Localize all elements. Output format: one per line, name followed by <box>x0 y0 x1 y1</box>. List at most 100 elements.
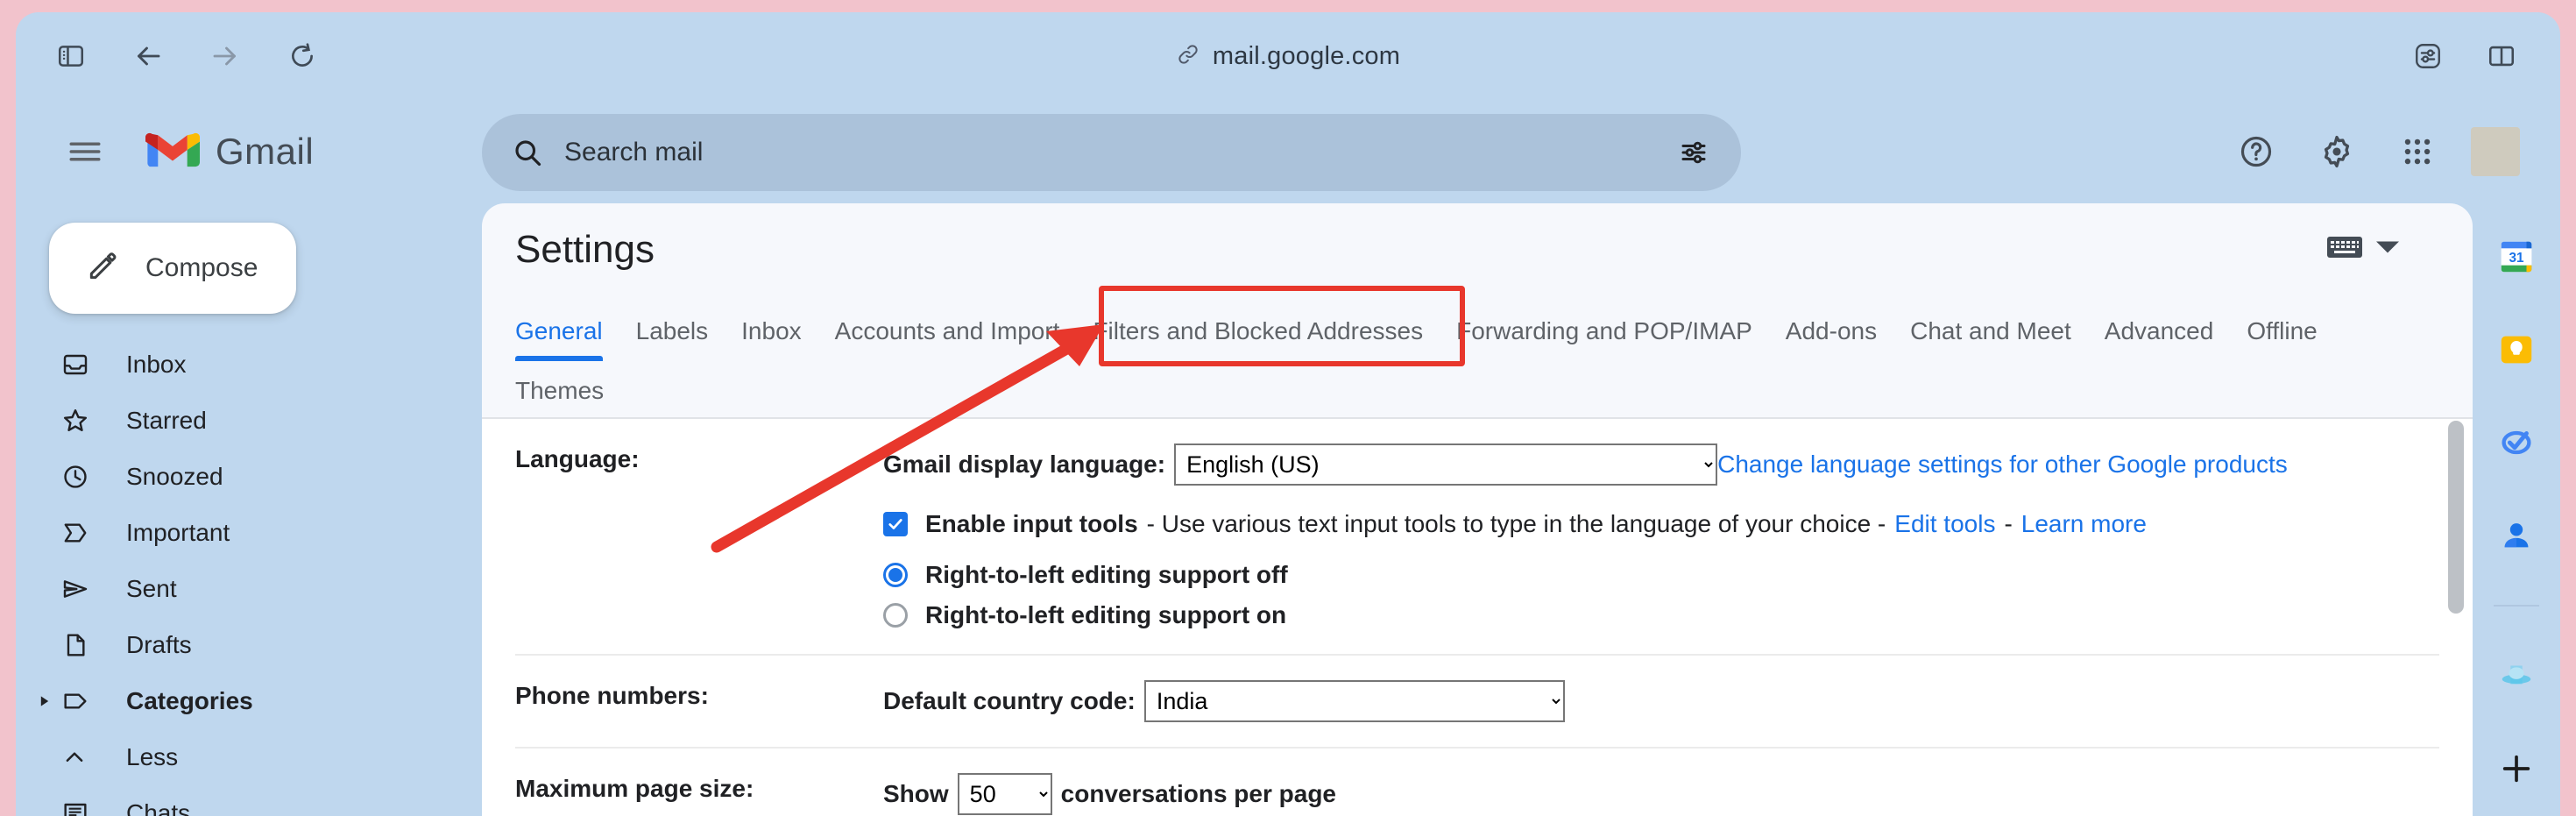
google-side-panel: 31 <box>2473 203 2560 816</box>
edit-tools-link[interactable]: Edit tools <box>1894 510 1995 538</box>
learn-more-link[interactable]: Learn more <box>2021 510 2147 538</box>
tab-advanced[interactable]: Advanced <box>2105 302 2214 361</box>
country-code-label: Default country code: <box>883 687 1136 714</box>
tab-inbox[interactable]: Inbox <box>741 302 802 361</box>
google-keep-icon[interactable] <box>2493 326 2540 373</box>
inbox-icon <box>61 351 102 379</box>
tab-themes[interactable]: Themes <box>515 361 604 421</box>
chat-icon <box>61 799 102 816</box>
gemini-icon[interactable] <box>2493 652 2540 699</box>
expand-triangle-icon[interactable] <box>39 695 51 707</box>
language-content: Gmail display language: English (US) Cha… <box>883 443 2439 629</box>
link-icon <box>1176 42 1200 71</box>
language-label: Language: <box>515 445 640 472</box>
tab-chat-and-meet[interactable]: Chat and Meet <box>1910 302 2071 361</box>
gmail-header: Gmail Search mail <box>16 100 2560 203</box>
gmail-wordmark: Gmail <box>216 131 315 172</box>
phone-numbers-label: Phone numbers: <box>515 682 709 709</box>
tag-icon <box>61 687 102 715</box>
draft-icon <box>61 631 102 659</box>
sidebar-item-label: Categories <box>126 687 253 714</box>
sidebar-item-label: Drafts <box>126 631 192 658</box>
setting-row-phone-numbers: Phone numbers: Default country code: Ind… <box>515 656 2439 749</box>
setting-row-max-page-size: Maximum page size: Show 50 conversations… <box>515 749 2439 816</box>
rtl-on-label: Right-to-left editing support on <box>925 601 1287 628</box>
sidebar-item-label: Chats <box>126 799 191 816</box>
account-avatar[interactable] <box>2471 127 2520 176</box>
conversations-per-page-label: conversations per page <box>1060 780 1337 807</box>
header-right-controls <box>2229 100 2520 203</box>
search-placeholder: Search mail <box>564 138 704 167</box>
scrollbar-thumb[interactable] <box>2448 421 2464 614</box>
settings-tab-row-1: General Labels Inbox Accounts and Import… <box>482 302 2473 361</box>
back-arrow-icon[interactable] <box>121 29 175 83</box>
plus-icon[interactable] <box>2493 745 2540 792</box>
sidebar-item-chats[interactable]: Chats <box>16 785 457 816</box>
page-title: Settings <box>515 228 655 271</box>
rtl-on-radio[interactable] <box>883 603 908 628</box>
reload-icon[interactable] <box>275 29 329 83</box>
compose-button[interactable]: Compose <box>49 223 296 314</box>
display-language-label: Gmail display language: <box>883 451 1166 478</box>
sidebar-item-snoozed[interactable]: Snoozed <box>16 449 457 505</box>
help-icon[interactable] <box>2229 124 2283 179</box>
keyboard-density-icon <box>2327 235 2362 264</box>
rtl-off-label: Right-to-left editing support off <box>925 561 1288 588</box>
google-calendar-icon[interactable]: 31 <box>2493 233 2540 280</box>
forward-arrow-icon <box>198 29 252 83</box>
address-bar[interactable]: mail.google.com <box>16 12 2560 100</box>
sidebar-item-label: Sent <box>126 575 177 602</box>
sidebar-item-label: Snoozed <box>126 463 223 490</box>
google-apps-icon[interactable] <box>2390 124 2445 179</box>
search-input[interactable]: Search mail <box>482 114 1741 191</box>
sidebar-item-less[interactable]: Less <box>16 729 457 785</box>
sidebar-item-drafts[interactable]: Drafts <box>16 617 457 673</box>
sidebar-item-important[interactable]: Important <box>16 505 457 561</box>
settings-scrollbar[interactable] <box>2448 421 2464 754</box>
tab-forwarding-and-pop-imap[interactable]: Forwarding and POP/IMAP <box>1456 302 1752 361</box>
show-label: Show <box>883 780 949 807</box>
display-language-select[interactable]: English (US) <box>1174 443 1718 486</box>
svg-text:31: 31 <box>2509 251 2524 266</box>
tab-general[interactable]: General <box>515 302 603 361</box>
browser-settings-icon[interactable] <box>2401 29 2455 83</box>
send-icon <box>61 575 102 603</box>
settings-body: Language: Gmail display language: Englis… <box>482 419 2473 816</box>
page-size-select[interactable]: 50 <box>957 773 1052 815</box>
country-code-select[interactable]: India <box>1143 680 1565 722</box>
display-density-button[interactable] <box>2327 235 2399 264</box>
sidebar-toggle-icon[interactable] <box>44 29 98 83</box>
rtl-off-radio[interactable] <box>883 563 908 587</box>
tab-offline[interactable]: Offline <box>2247 302 2317 361</box>
tab-labels[interactable]: Labels <box>636 302 709 361</box>
tab-filters-and-blocked-addresses[interactable]: Filters and Blocked Addresses <box>1093 302 1423 361</box>
browser-toolbar: mail.google.com <box>16 12 2560 100</box>
compose-label: Compose <box>145 253 258 282</box>
gear-icon[interactable] <box>2310 124 2364 179</box>
tab-accounts-and-import[interactable]: Accounts and Import <box>835 302 1060 361</box>
sidebar-item-inbox[interactable]: Inbox <box>16 337 457 393</box>
caret-down-icon <box>2376 240 2399 259</box>
browser-window: mail.google.com Gmail Search mail Compos… <box>16 12 2560 816</box>
sidebar-item-sent[interactable]: Sent <box>16 561 457 617</box>
gmail-logo-icon <box>145 129 200 175</box>
label-important-icon <box>61 519 102 547</box>
max-page-size-label: Maximum page size: <box>515 775 754 802</box>
search-options-icon[interactable] <box>1678 137 1709 168</box>
google-contacts-icon[interactable] <box>2493 512 2540 559</box>
phone-numbers-content: Default country code: India <box>883 680 2439 722</box>
sidebar-item-label: Less <box>126 743 179 770</box>
sidebar-item-label: Starred <box>126 407 207 434</box>
browser-right-controls <box>2401 12 2529 100</box>
hamburger-menu-icon[interactable] <box>58 124 112 179</box>
sidebar-item-starred[interactable]: Starred <box>16 393 457 449</box>
split-view-icon[interactable] <box>2474 29 2529 83</box>
enable-input-tools-label: Enable input tools <box>925 510 1138 537</box>
clock-icon <box>61 463 102 491</box>
gmail-logo-link[interactable]: Gmail <box>145 129 314 175</box>
google-tasks-icon[interactable] <box>2493 419 2540 466</box>
enable-input-tools-checkbox[interactable] <box>883 512 908 536</box>
change-language-link[interactable]: Change language settings for other Googl… <box>1717 451 2288 479</box>
tab-add-ons[interactable]: Add-ons <box>1786 302 1877 361</box>
sidebar-item-categories[interactable]: Categories <box>16 673 457 729</box>
